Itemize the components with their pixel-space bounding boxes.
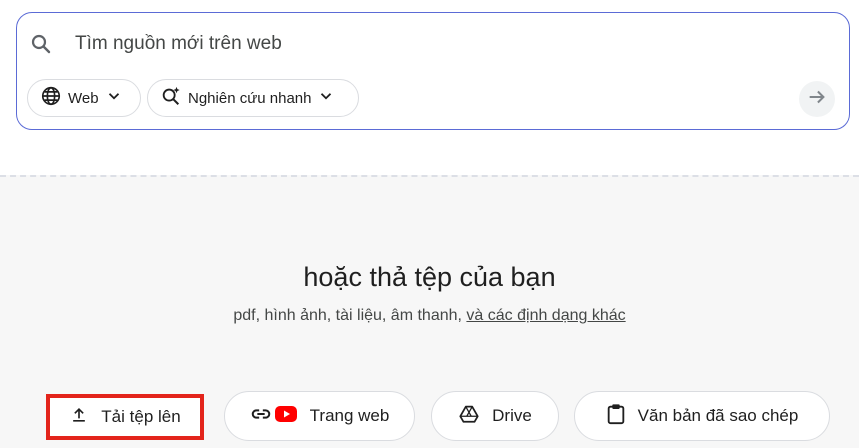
sparkle-search-icon [160,85,182,111]
source-web-label: Web [68,89,99,107]
globe-icon [40,85,62,111]
drive-source-button[interactable]: Drive [431,391,559,441]
drive-icon [458,403,480,430]
chevron-down-icon [317,87,335,109]
search-icon [29,32,53,56]
link-icon [250,403,272,430]
upload-icon [69,405,89,430]
research-mode-label: Nghiên cứu nhanh [188,89,312,107]
supported-formats-text: pdf, hình ảnh, tài liệu, âm thanh, [233,307,462,324]
search-card: Web Nghiên cứu nhanh [16,12,850,130]
website-source-label: Trang web [309,406,390,425]
website-source-button[interactable]: Trang web [224,391,415,441]
chevron-down-icon [105,87,123,109]
drive-source-label: Drive [492,406,532,425]
search-row [29,31,829,57]
upload-file-label: Tải tệp lên [101,407,181,426]
arrow-right-icon [806,86,828,113]
submit-search-button[interactable] [799,81,835,117]
more-formats-link[interactable]: và các định dạng khác [466,307,625,324]
copied-text-source-button[interactable]: Văn bản đã sao chép [574,391,830,441]
source-web-dropdown[interactable]: Web [27,79,141,117]
research-mode-dropdown[interactable]: Nghiên cứu nhanh [147,79,359,117]
upload-file-button[interactable]: Tải tệp lên [46,394,204,440]
clipboard-icon [606,403,626,430]
youtube-icon [274,405,298,428]
drop-zone-title: hoặc thả tệp của bạn [303,262,556,292]
copied-text-source-label: Văn bản đã sao chép [637,406,799,425]
drop-zone-subtitle: pdf, hình ảnh, tài liệu, âm thanh, và cá… [0,306,859,326]
search-input[interactable] [75,33,775,55]
